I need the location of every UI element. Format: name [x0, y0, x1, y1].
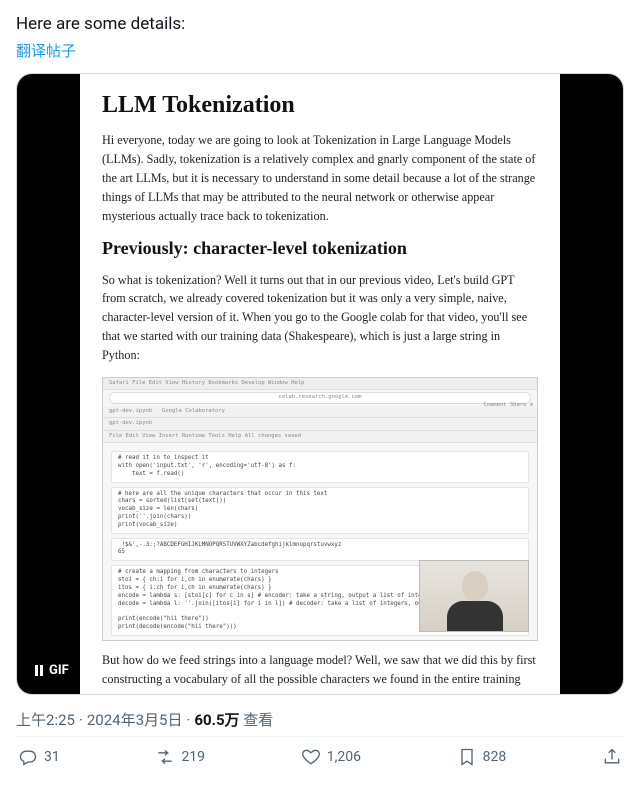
ide-colab-menu: File Edit View Insert Runtime Tools Help… — [103, 431, 537, 443]
ide-browser-tabs: gpt-dev.ipynb Google Colaboratory — [103, 406, 537, 418]
doc-title: LLM Tokenization — [102, 92, 538, 119]
document-page: LLM Tokenization Hi everyone, today we a… — [80, 74, 560, 694]
post-date[interactable]: 2024年3月5日 — [87, 711, 183, 729]
heart-icon — [301, 747, 321, 767]
action-bar: 31 219 1,206 828 — [16, 736, 624, 771]
share-button[interactable] — [602, 747, 622, 767]
pause-icon — [35, 665, 43, 676]
view-label: 查看 — [240, 711, 274, 729]
post-meta: 上午2:25·2024年3月5日·60.5万 查看 — [16, 709, 624, 730]
ide-filename: gpt-dev.ipynb — [109, 420, 152, 427]
reply-icon — [18, 747, 38, 767]
ide-share-row: Comment Share ⚙ — [483, 402, 533, 409]
gif-label: GIF — [49, 663, 69, 678]
retweet-count: 219 — [181, 749, 205, 765]
retweet-button[interactable]: 219 — [155, 747, 205, 767]
media-card[interactable]: LLM Tokenization Hi everyone, today we a… — [16, 73, 624, 695]
media-inner: LLM Tokenization Hi everyone, today we a… — [17, 74, 623, 694]
ide-screenshot: Safari File Edit View History Bookmarks … — [102, 377, 538, 641]
ide-url-bar: colab.research.google.com — [109, 392, 531, 403]
bookmark-button[interactable]: 828 — [457, 747, 507, 767]
view-count[interactable]: 60.5万 — [194, 711, 239, 729]
ide-output: [46, 47, 47, 1, 58, 46, 43, 56, 43] hii … — [111, 640, 529, 641]
ide-cell: # read it in to inspect it with open('in… — [111, 451, 529, 482]
bookmark-count: 828 — [483, 749, 507, 765]
retweet-icon — [155, 747, 175, 767]
ide-tab: Google Colaboratory — [162, 408, 225, 415]
ide-right-status: Comment Share ⚙ — [483, 402, 533, 409]
bookmark-icon — [457, 747, 477, 767]
doc-intro: Hi everyone, today we are going to look … — [102, 131, 538, 226]
doc-after-ide: But how do we feed strings into a langua… — [102, 651, 538, 694]
post-time[interactable]: 上午2:25 — [16, 711, 75, 729]
ide-colab-toolbar: gpt-dev.ipynb — [103, 418, 537, 430]
ide-cell: # here are all the unique characters tha… — [111, 487, 529, 534]
ide-mac-menu: Safari File Edit View History Bookmarks … — [103, 378, 537, 390]
presenter-webcam — [419, 560, 529, 632]
translate-link[interactable]: 翻译帖子 — [16, 40, 76, 61]
gif-pause-badge[interactable]: GIF — [27, 659, 77, 682]
reply-button[interactable]: 31 — [18, 747, 60, 767]
reply-count: 31 — [44, 749, 60, 765]
ide-tab: gpt-dev.ipynb — [109, 408, 152, 415]
ide-output: !$&',-.3:;?ABCDEFGHIJKLMNOPQRSTUVWXYZabc… — [111, 538, 529, 562]
like-count: 1,206 — [327, 749, 361, 765]
share-icon — [602, 747, 622, 767]
doc-subheading: Previously: character-level tokenization — [102, 238, 538, 259]
doc-prev-body: So what is tokenization? Well it turns o… — [102, 271, 538, 366]
like-button[interactable]: 1,206 — [301, 747, 361, 767]
post-lead-text: Here are some details: — [16, 12, 624, 36]
